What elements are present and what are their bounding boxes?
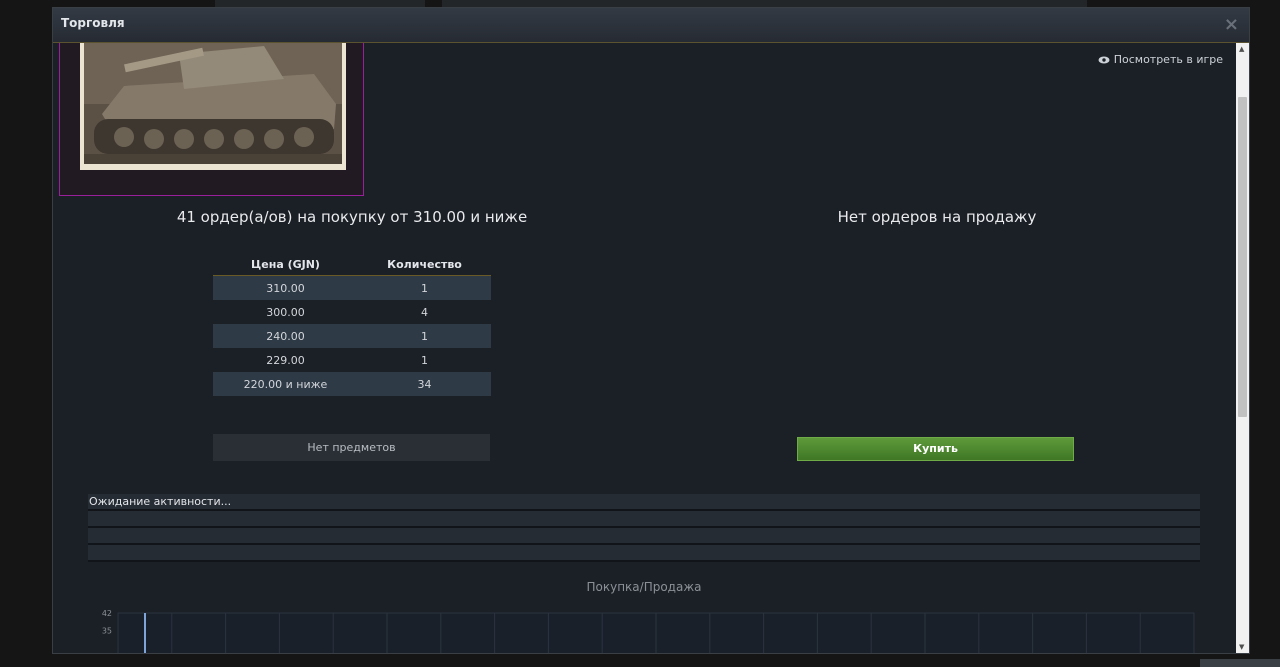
eye-icon <box>1098 56 1110 63</box>
activity-row <box>88 528 1200 545</box>
quantity-cell: 34 <box>417 377 432 391</box>
table-row: 220.00 и ниже 34 <box>213 372 491 396</box>
price-cell: 240.00 <box>266 329 305 343</box>
price-cell: 310.00 <box>266 281 305 295</box>
chart-title: Покупка/Продажа <box>586 580 702 594</box>
activity-log: Ожидание активности... <box>88 494 1200 562</box>
buy-button[interactable]: Купить <box>797 437 1074 461</box>
quantity-cell: 1 <box>421 329 428 343</box>
quantity-cell: 4 <box>421 305 428 319</box>
background-corner <box>1200 659 1280 667</box>
quantity-cell: 1 <box>421 353 428 367</box>
table-row: 229.00 1 <box>213 348 491 372</box>
scrollbar-thumb[interactable] <box>1238 97 1247 417</box>
table-header: Цена (GJN) Количество <box>213 253 491 276</box>
view-in-game-link[interactable]: Посмотреть в игре <box>1098 53 1223 66</box>
no-items-button: Нет предметов <box>213 434 490 461</box>
table-row: 240.00 1 <box>213 324 491 348</box>
chart-bar <box>144 613 146 653</box>
view-in-game-label: Посмотреть в игре <box>1113 53 1223 66</box>
modal-title: Торговля <box>61 16 125 30</box>
scrollbar[interactable]: ▲ ▼ <box>1236 43 1249 653</box>
table-row: 310.00 1 <box>213 276 491 300</box>
activity-status: Ожидание активности... <box>88 494 1200 511</box>
y-tick-label: 35 <box>102 626 112 635</box>
modal-content: Посмотреть в игре 41 ордер(а/ов) на поку… <box>53 43 1237 653</box>
quantity-cell: 1 <box>421 281 428 295</box>
price-cell: 300.00 <box>266 305 305 319</box>
scroll-down-icon[interactable]: ▼ <box>1239 643 1244 651</box>
tank-image <box>80 43 346 170</box>
column-header-price: Цена (GJN) <box>251 257 320 271</box>
y-tick-label: 42 <box>102 609 112 618</box>
trade-modal: Торговля × Посмотреть в игре 41 ордер(а/… <box>52 7 1250 654</box>
buy-orders-table: Цена (GJN) Количество 310.00 1 300.00 4 … <box>213 253 491 396</box>
modal-titlebar: Торговля × <box>53 8 1249 43</box>
buy-sell-chart: 42 35 <box>102 609 1195 653</box>
activity-row <box>88 545 1200 562</box>
sell-orders-heading: Нет ордеров на продажу <box>837 208 1037 226</box>
activity-row <box>88 511 1200 528</box>
item-image-frame <box>59 43 364 196</box>
buy-orders-heading: 41 ордер(а/ов) на покупку от 310.00 и ни… <box>176 208 528 226</box>
column-header-quantity: Количество <box>387 257 462 271</box>
scroll-up-icon[interactable]: ▲ <box>1239 45 1244 53</box>
table-row: 300.00 4 <box>213 300 491 324</box>
price-cell: 220.00 и ниже <box>243 377 328 391</box>
close-icon[interactable]: × <box>1224 14 1239 35</box>
tank-illustration <box>84 43 342 164</box>
price-cell: 229.00 <box>266 353 305 367</box>
